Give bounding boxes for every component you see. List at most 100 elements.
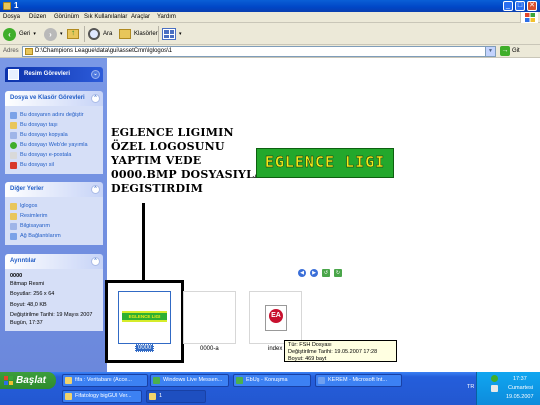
other-places-title: Diğer Yerler [10,186,44,192]
clock-time[interactable]: 17:37 [513,376,527,382]
language-indicator[interactable]: TR [467,384,474,390]
delete-icon [10,161,17,169]
file-name-0000[interactable]: 0000 [135,344,155,352]
task-pane: Resim Görevleri ⌄ Dosya ve Klasör Görevl… [0,58,107,372]
other-places-panel: Diğer Yerler ⌃ lglogos Resimlerim Bilgis… [5,182,103,245]
menu-file[interactable]: Dosya [3,14,20,20]
task-rename[interactable]: Bu dosyanın adını değiştir [10,110,98,120]
task-publish-web[interactable]: Bu dosyayı Web'de yayımla [10,140,98,150]
chevron-up-icon[interactable]: ⌃ [91,94,100,103]
chevron-up-icon[interactable]: ⌃ [91,257,100,266]
menu-bar: Dosya Düzen Görünüm Sık Kullanılanlar Ar… [0,12,540,23]
address-label: Adres [3,48,19,54]
annotation-line [142,203,145,280]
taskbar-item-folder-1[interactable]: 1 [146,390,206,403]
annotation-text: EGLENCE LIGIMIN ÖZEL LOGOSUNU YAPTIM VED… [111,126,263,195]
rotate-right-icon[interactable]: ↻ [334,269,342,277]
menu-tools[interactable]: Araçlar [131,14,150,20]
folder-icon [25,48,33,55]
up-folder-button[interactable]: ↑ [67,27,79,41]
menu-favorites[interactable]: Sık Kullanılanlar [84,14,127,20]
menu-view[interactable]: Görünüm [54,14,79,20]
file-thumbnail-0000-a[interactable] [183,291,236,344]
folder-icon [149,393,156,400]
move-icon [10,121,17,129]
details-header[interactable]: Ayrıntılar ⌃ [5,254,103,269]
next-image-icon[interactable]: ▶ [310,269,318,277]
access-icon [65,377,72,384]
folder-icon [10,202,17,210]
thumbnail-banner: EGLENCE LIGI [122,311,167,322]
chat-icon [236,377,243,384]
chevron-down-icon[interactable]: ⌄ [91,70,100,79]
picture-tasks-header[interactable]: Resim Görevleri ⌄ [5,67,103,82]
file-tasks-panel: Dosya ve Klasör Görevleri ⌃ Bu dosyanın … [5,91,103,174]
place-my-pictures[interactable]: Resimlerim [10,211,98,221]
back-button[interactable]: ‹ Geri ▾ [3,27,36,41]
messenger-tray-icon[interactable] [491,375,498,382]
maximize-button[interactable]: □ [515,1,525,11]
views-icon [162,28,176,40]
task-delete[interactable]: Bu dosyayı sil [10,160,98,170]
place-network[interactable]: Ağ Bağlantılarım [10,231,98,241]
windows-logo-icon [4,376,13,385]
globe-icon [10,141,17,149]
detail-type: Bitmap Resmi [10,280,45,287]
minimize-button[interactable]: _ [503,1,513,11]
volume-icon[interactable] [491,385,498,392]
go-label: Git [512,48,520,54]
taskbar-item-messenger[interactable]: Windows Live Messen... [150,374,229,387]
taskbar-item-access[interactable]: fifa : Veritabanı (Acce... [62,374,148,387]
task-copy[interactable]: Bu dosyayı kopyala [10,130,98,140]
taskbar: Başlat fifa : Veritabanı (Acce... Window… [0,372,540,405]
tooltip-size: Boyut: 469 bayt [288,356,327,362]
search-button[interactable]: Ara [88,27,112,41]
detail-dimensions: Boyutlar: 256 x 64 [10,291,55,297]
taskbar-item-fifatology[interactable]: Fifatology bigGUI Ver... [62,390,142,403]
my-pictures-icon [10,212,17,220]
close-button[interactable]: ✕ [527,1,537,11]
address-input[interactable]: D:\Champions League\data\gui\assetCmn\lg… [22,46,496,57]
taskbar-item-ie[interactable]: KEREM - Microsoft Int... [315,374,402,387]
rename-icon [10,111,17,119]
previous-image-icon[interactable]: ◀ [298,269,306,277]
other-places-header[interactable]: Diğer Yerler ⌃ [5,182,103,197]
address-path: D:\Champions League\data\gui\assetCmn\lg… [35,48,173,54]
views-button[interactable]: ▾ [162,27,182,41]
clock-day: Cumartesi [508,385,534,391]
address-dropdown-button[interactable]: ▼ [485,47,495,56]
search-icon [88,28,100,40]
file-name-index[interactable]: index [268,346,282,352]
start-button[interactable]: Başlat [0,372,56,389]
copy-icon [10,131,17,139]
up-folder-icon: ↑ [67,28,79,39]
task-email[interactable]: Bu dosyayı e-postala [10,150,98,160]
chevron-up-icon[interactable]: ⌃ [91,185,100,194]
file-name-0000-a[interactable]: 0000-a [200,346,219,352]
rotate-left-icon[interactable]: ↺ [322,269,330,277]
file-tasks-title: Dosya ve Klasör Görevleri [10,95,85,101]
task-move[interactable]: Bu dosyayı taşı [10,120,98,130]
folders-button[interactable]: Klasörler [119,27,158,41]
system-tray: 17:37 Cumartesi 19.05.2007 [476,372,540,405]
file-tasks-header[interactable]: Dosya ve Klasör Görevleri ⌃ [5,91,103,106]
picture-tasks-panel: Resim Görevleri ⌄ [5,67,103,82]
clock-date: 19.05.2007 [506,394,534,400]
folder-icon [3,2,11,10]
taskbar-item-chat[interactable]: EbUş - Konuşma [233,374,311,387]
envelope-icon [10,151,17,159]
file-thumbnail-index[interactable]: EA [249,291,302,344]
forward-button[interactable]: › ▾ [44,27,63,41]
network-icon [10,232,17,240]
go-button[interactable]: → Git [500,46,520,56]
place-lglogos[interactable]: lglogos [10,201,98,211]
menu-help[interactable]: Yardım [157,14,176,20]
messenger-icon [153,377,160,384]
computer-icon [10,222,17,230]
menu-edit[interactable]: Düzen [29,14,46,20]
forward-arrow-icon: › [44,27,57,41]
place-my-computer[interactable]: Bilgisayarım [10,221,98,231]
fifatology-icon [65,393,72,400]
file-thumbnail-0000[interactable]: EGLENCE LIGI [118,291,171,344]
toolbar: ‹ Geri ▾ › ▾ ↑ Ara Klasörler ▾ [0,23,540,45]
